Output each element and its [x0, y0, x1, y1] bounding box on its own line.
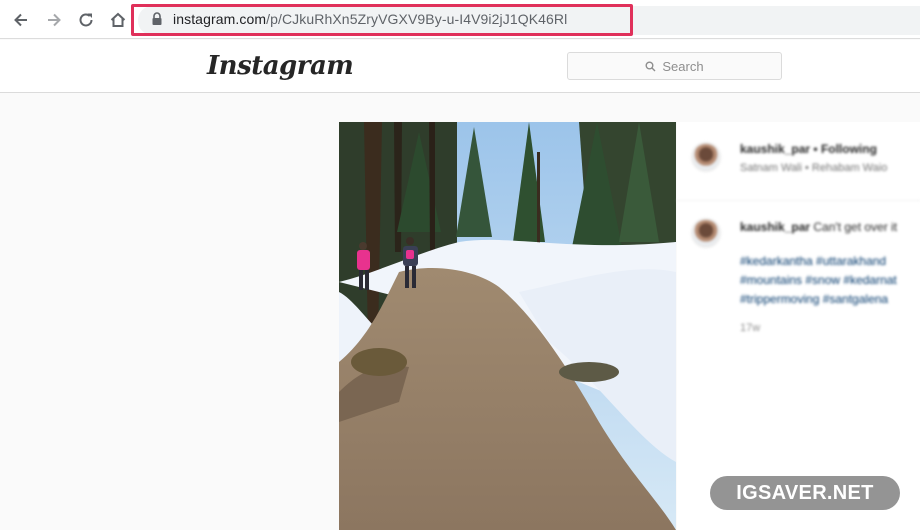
caption-line: kaushik_par Can't get over it — [740, 220, 897, 234]
post-time: 17w — [740, 322, 761, 334]
divider — [677, 200, 920, 201]
follow-status[interactable]: Following — [821, 142, 877, 156]
hiker-pink — [357, 250, 370, 270]
avatar[interactable] — [691, 142, 721, 172]
post-author-line: kaushik_par • Following — [740, 142, 877, 156]
back-button[interactable] — [9, 8, 33, 32]
reload-button[interactable] — [74, 8, 98, 32]
search-icon — [645, 61, 656, 71]
post-side-panel: kaushik_par • Following Satnam Wali • Re… — [677, 122, 920, 530]
search-input[interactable]: Search — [567, 52, 782, 80]
snowy-forest-trail-image — [339, 122, 676, 530]
reload-icon — [79, 13, 93, 27]
home-button[interactable] — [106, 8, 130, 32]
hashtags[interactable]: #kedarkantha #uttarakhand #mountains #sn… — [740, 252, 920, 309]
forward-button[interactable] — [42, 8, 66, 32]
forward-arrow-icon — [48, 13, 61, 27]
back-arrow-icon — [14, 13, 27, 27]
post-photo[interactable] — [339, 122, 676, 530]
post-username[interactable]: kaushik_par — [740, 142, 810, 156]
instagram-logo[interactable]: Instagram — [207, 51, 354, 81]
caption-text: Can't get over it — [813, 220, 898, 234]
separator-dot: • — [813, 142, 818, 156]
instagram-header: Instagram Search — [0, 40, 920, 93]
home-icon — [110, 12, 126, 27]
caption-username[interactable]: kaushik_par — [740, 220, 810, 234]
watermark-badge: IGSAVER.NET — [710, 476, 900, 510]
search-placeholder: Search — [662, 58, 704, 74]
browser-toolbar: instagram.com/p/CJkuRhXn5ZryVGXV9By-u-I4… — [0, 0, 920, 39]
url-highlight-box — [131, 4, 633, 36]
comment-avatar[interactable] — [691, 218, 721, 248]
post-location[interactable]: Satnam Wali • Rehabam Waio — [740, 162, 887, 174]
